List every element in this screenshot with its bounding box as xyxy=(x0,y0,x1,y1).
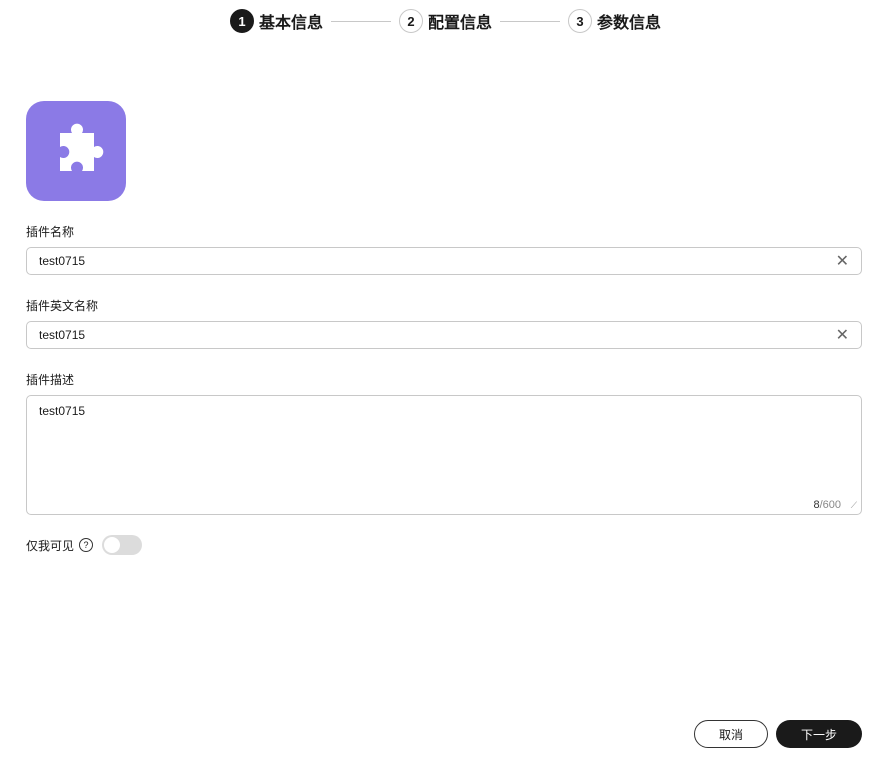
step-label: 配置信息 xyxy=(428,15,493,32)
step-config-info: 2 配置信息 xyxy=(399,9,492,33)
plugin-icon[interactable] xyxy=(26,101,126,201)
clear-icon[interactable]: ✕ xyxy=(836,325,849,345)
help-icon[interactable]: ? xyxy=(79,538,94,552)
plugin-desc-label: 插件描述 xyxy=(26,373,75,387)
plugin-en-name-input[interactable]: test0715 ✕ xyxy=(26,321,862,349)
plugin-en-name-label: 插件英文名称 xyxy=(26,299,99,313)
input-value: test0715 xyxy=(39,328,86,342)
step-number: 2 xyxy=(399,9,424,33)
puzzle-icon xyxy=(60,123,104,171)
plugin-name-input[interactable]: test0715 ✕ xyxy=(26,247,862,275)
step-divider xyxy=(500,20,561,22)
clear-icon[interactable]: ✕ xyxy=(836,251,849,271)
char-count-max: /600 xyxy=(819,499,841,511)
char-count: 8/600 xyxy=(813,499,841,511)
step-divider xyxy=(331,20,392,22)
visible-only-me-label: 仅我可见 xyxy=(26,538,75,553)
resize-handle-icon[interactable]: ⟋ xyxy=(851,500,857,511)
plugin-name-label: 插件名称 xyxy=(26,225,75,239)
step-number: 3 xyxy=(568,9,593,33)
visibility-row: 仅我可见 ? xyxy=(26,535,143,555)
cancel-button[interactable]: 取消 xyxy=(694,720,768,748)
input-value: test0715 xyxy=(39,254,86,268)
stepper: 1 基本信息 2 配置信息 3 参数信息 xyxy=(230,8,661,34)
next-step-button[interactable]: 下一步 xyxy=(776,720,862,748)
step-number: 1 xyxy=(230,9,254,33)
step-param-info: 3 参数信息 xyxy=(568,9,661,33)
textarea-value: test0715 xyxy=(39,404,86,418)
visible-only-me-toggle[interactable] xyxy=(102,535,143,555)
plugin-desc-textarea[interactable]: test0715 8/600 ⟋ xyxy=(26,395,862,515)
step-label: 基本信息 xyxy=(259,15,324,32)
step-label: 参数信息 xyxy=(597,15,662,32)
step-basic-info: 1 基本信息 xyxy=(230,9,323,33)
